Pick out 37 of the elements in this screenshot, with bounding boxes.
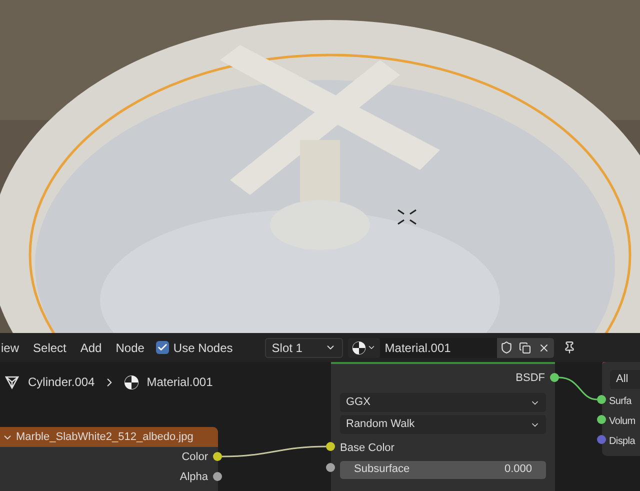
slot-dropdown[interactable]: Slot 1: [264, 338, 343, 358]
node-dropdown[interactable]: All: [610, 370, 640, 389]
node-title: Marble_SlabWhite2_512_albedo.jpg: [16, 430, 194, 445]
material-sphere-icon: [352, 340, 366, 354]
socket-label: Color: [182, 450, 208, 465]
socket-label: BSDF: [516, 370, 545, 386]
node-dropdown[interactable]: GGX: [340, 393, 546, 412]
material-browse-button[interactable]: [348, 338, 380, 358]
socket-label: Surfa: [609, 394, 632, 408]
copy-icon: [519, 342, 532, 354]
socket-label: Base Color: [340, 441, 394, 456]
material-output-node[interactable]: All Surfa Volum Displa: [602, 362, 640, 456]
material-name-field[interactable]: Material.001: [380, 338, 497, 358]
material-sphere-icon: [124, 374, 139, 390]
node-header[interactable]: Marble_SlabWhite2_512_albedo.jpg: [0, 427, 218, 447]
breadcrumb-item: Cylinder.004: [28, 374, 95, 391]
socket-label: Alpha: [180, 470, 208, 485]
menu-item[interactable]: Node: [116, 338, 144, 356]
image-texture-node[interactable]: Marble_SlabWhite2_512_albedo.jpg Color Alpha: [0, 427, 218, 491]
close-icon: [538, 342, 550, 354]
principled-bsdf-node[interactable]: BSDF GGX Random Walk Base Color Subsurface 0.000: [331, 362, 555, 491]
subsurface-slider[interactable]: Subsurface 0.000: [340, 460, 546, 478]
breadcrumb-item: Material.001: [146, 374, 213, 391]
fake-user-button[interactable]: [496, 338, 516, 358]
node-dropdown[interactable]: Random Walk: [340, 415, 546, 434]
node-link: [558, 376, 598, 400]
socket-label: Displa: [609, 434, 635, 448]
checkmark-icon: [157, 342, 168, 353]
shield-icon: [500, 341, 513, 354]
use-nodes-checkbox[interactable]: Use Nodes: [156, 338, 233, 356]
menu-item[interactable]: Select: [33, 338, 66, 356]
mesh-icon: [4, 374, 20, 390]
chevron-down-icon: [366, 343, 376, 352]
socket-label: Volum: [609, 414, 636, 428]
close-button[interactable]: [534, 338, 554, 358]
menu-item[interactable]: Add: [80, 338, 102, 356]
menu-item[interactable]: iew: [1, 338, 20, 356]
